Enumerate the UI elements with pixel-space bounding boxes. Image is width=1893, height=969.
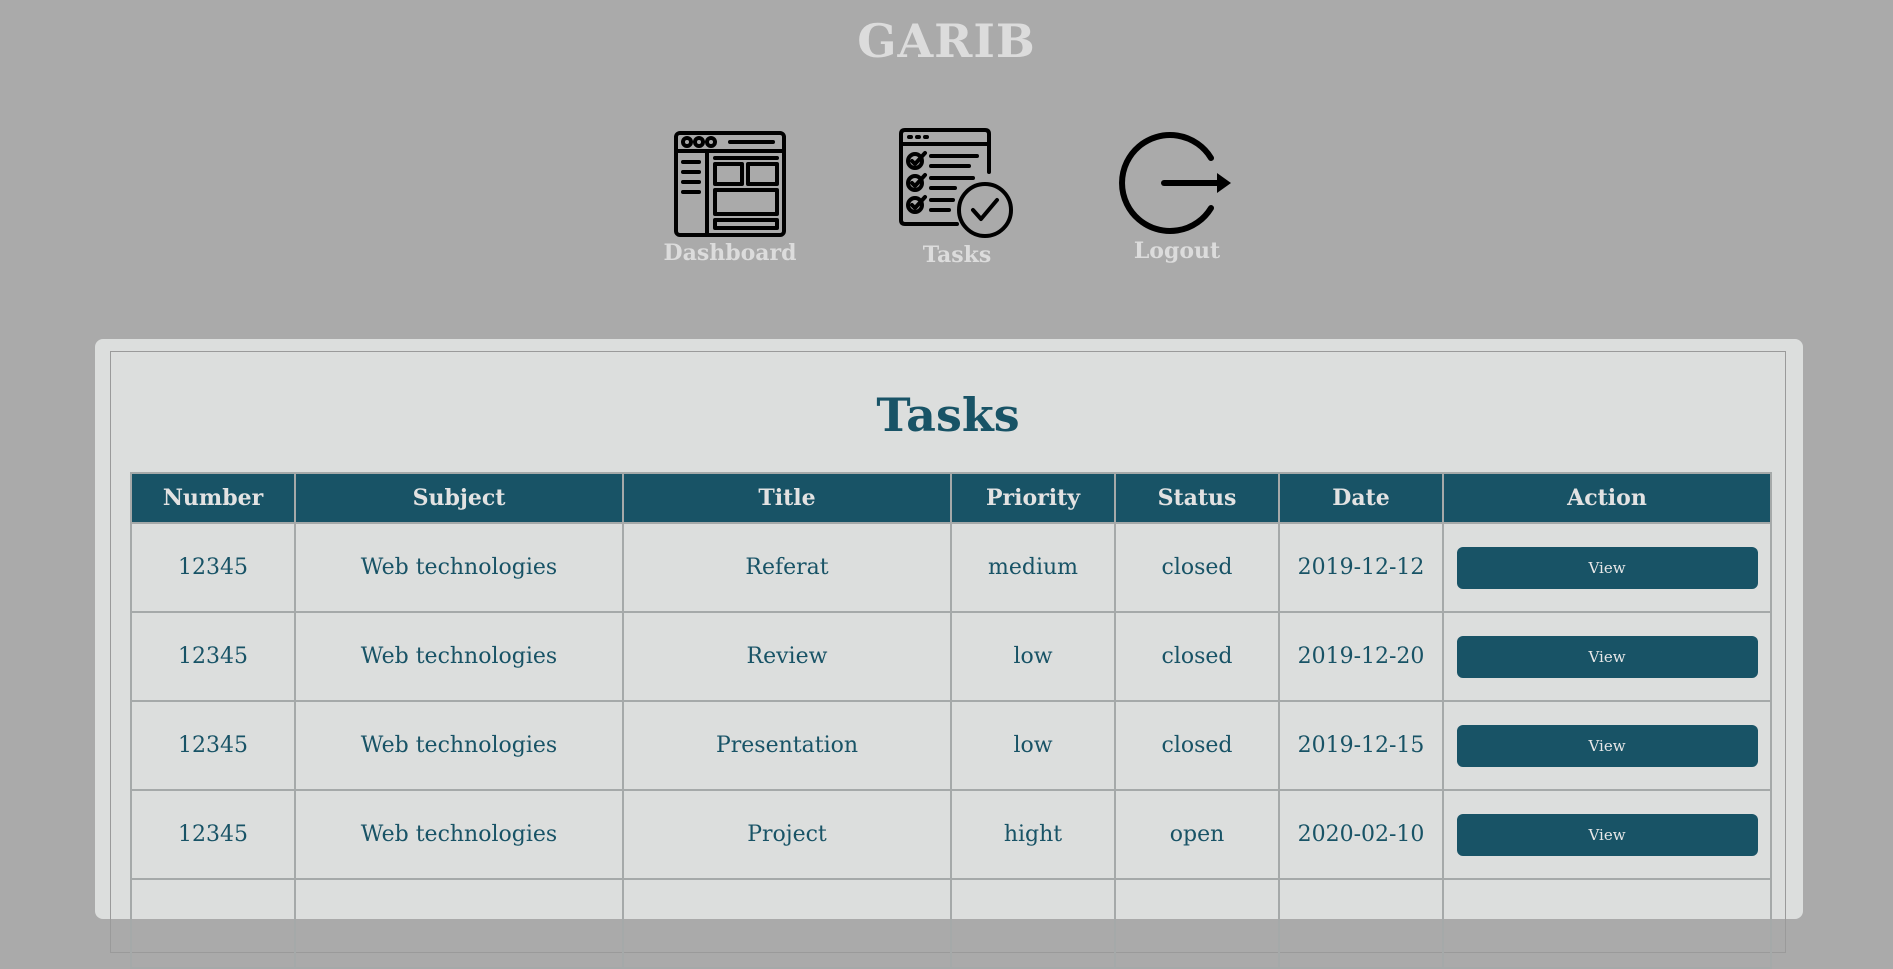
cell-title: Presentation	[622, 700, 952, 791]
page-title: Tasks	[876, 388, 1020, 442]
checklist-icon	[899, 128, 1013, 238]
cell-action: View	[1442, 700, 1772, 791]
cell-title: Project	[622, 789, 952, 880]
column-header-priority: Priority	[950, 472, 1116, 524]
cell-date	[1278, 878, 1444, 969]
cell-title	[622, 878, 952, 969]
table-row: 12345 Web technologies Referat medium cl…	[130, 522, 1772, 613]
cell-number: 12345	[130, 522, 296, 613]
nav-dashboard[interactable]: Dashboard	[663, 130, 797, 266]
cell-priority	[950, 878, 1116, 969]
view-button[interactable]: View	[1456, 635, 1758, 678]
cell-priority: low	[950, 700, 1116, 791]
tasks-panel: Tasks Number Subject Title Priority Stat…	[95, 339, 1803, 969]
cell-date: 2020-02-10	[1278, 789, 1444, 880]
cell-subject: Web technologies	[294, 789, 624, 880]
cell-number: 12345	[130, 611, 296, 702]
cell-date: 2019-12-15	[1278, 700, 1444, 791]
logout-icon	[1119, 132, 1231, 234]
view-button[interactable]: View	[1456, 813, 1758, 856]
cell-status: closed	[1114, 611, 1280, 702]
cell-action: View	[1442, 789, 1772, 880]
cell-priority: hight	[950, 789, 1116, 880]
cell-subject	[294, 878, 624, 969]
column-header-date: Date	[1278, 472, 1444, 524]
cell-status: open	[1114, 789, 1280, 880]
table-row: 12345 Web technologies Review low closed…	[130, 611, 1772, 702]
cell-action: View	[1442, 522, 1772, 613]
tasks-table: Number Subject Title Priority Status Dat…	[130, 472, 1772, 969]
table-row: 12345 Web technologies Presentation low …	[130, 700, 1772, 791]
cell-number: 12345	[130, 789, 296, 880]
brand-title: GARIB	[857, 14, 1036, 68]
nav-dashboard-label: Dashboard	[663, 240, 797, 266]
cell-priority: medium	[950, 522, 1116, 613]
nav-tasks[interactable]: Tasks	[890, 128, 1024, 268]
table-row	[130, 878, 1772, 969]
dashboard-icon	[674, 131, 786, 237]
column-header-subject: Subject	[294, 472, 624, 524]
cell-title: Referat	[622, 522, 952, 613]
cell-status	[1114, 878, 1280, 969]
nav-logout[interactable]: Logout	[1110, 130, 1244, 264]
cell-action: View	[1442, 611, 1772, 702]
column-header-status: Status	[1114, 472, 1280, 524]
cell-number	[130, 878, 296, 969]
column-header-number: Number	[130, 472, 296, 524]
cell-title: Review	[622, 611, 952, 702]
tasks-panel-frame: Tasks Number Subject Title Priority Stat…	[110, 351, 1786, 969]
nav-logout-label: Logout	[1133, 238, 1221, 264]
table-row: 12345 Web technologies Project hight ope…	[130, 789, 1772, 880]
cell-date: 2019-12-12	[1278, 522, 1444, 613]
cell-status: closed	[1114, 522, 1280, 613]
cell-subject: Web technologies	[294, 522, 624, 613]
cell-status: closed	[1114, 700, 1280, 791]
nav-tasks-label: Tasks	[922, 242, 992, 268]
cell-subject: Web technologies	[294, 700, 624, 791]
cell-date: 2019-12-20	[1278, 611, 1444, 702]
column-header-title: Title	[622, 472, 952, 524]
cell-number: 12345	[130, 700, 296, 791]
cell-subject: Web technologies	[294, 611, 624, 702]
cell-action	[1442, 878, 1772, 969]
table-header-row: Number Subject Title Priority Status Dat…	[130, 472, 1772, 524]
view-button[interactable]: View	[1456, 546, 1758, 589]
cell-priority: low	[950, 611, 1116, 702]
column-header-action: Action	[1442, 472, 1772, 524]
view-button[interactable]: View	[1456, 724, 1758, 767]
